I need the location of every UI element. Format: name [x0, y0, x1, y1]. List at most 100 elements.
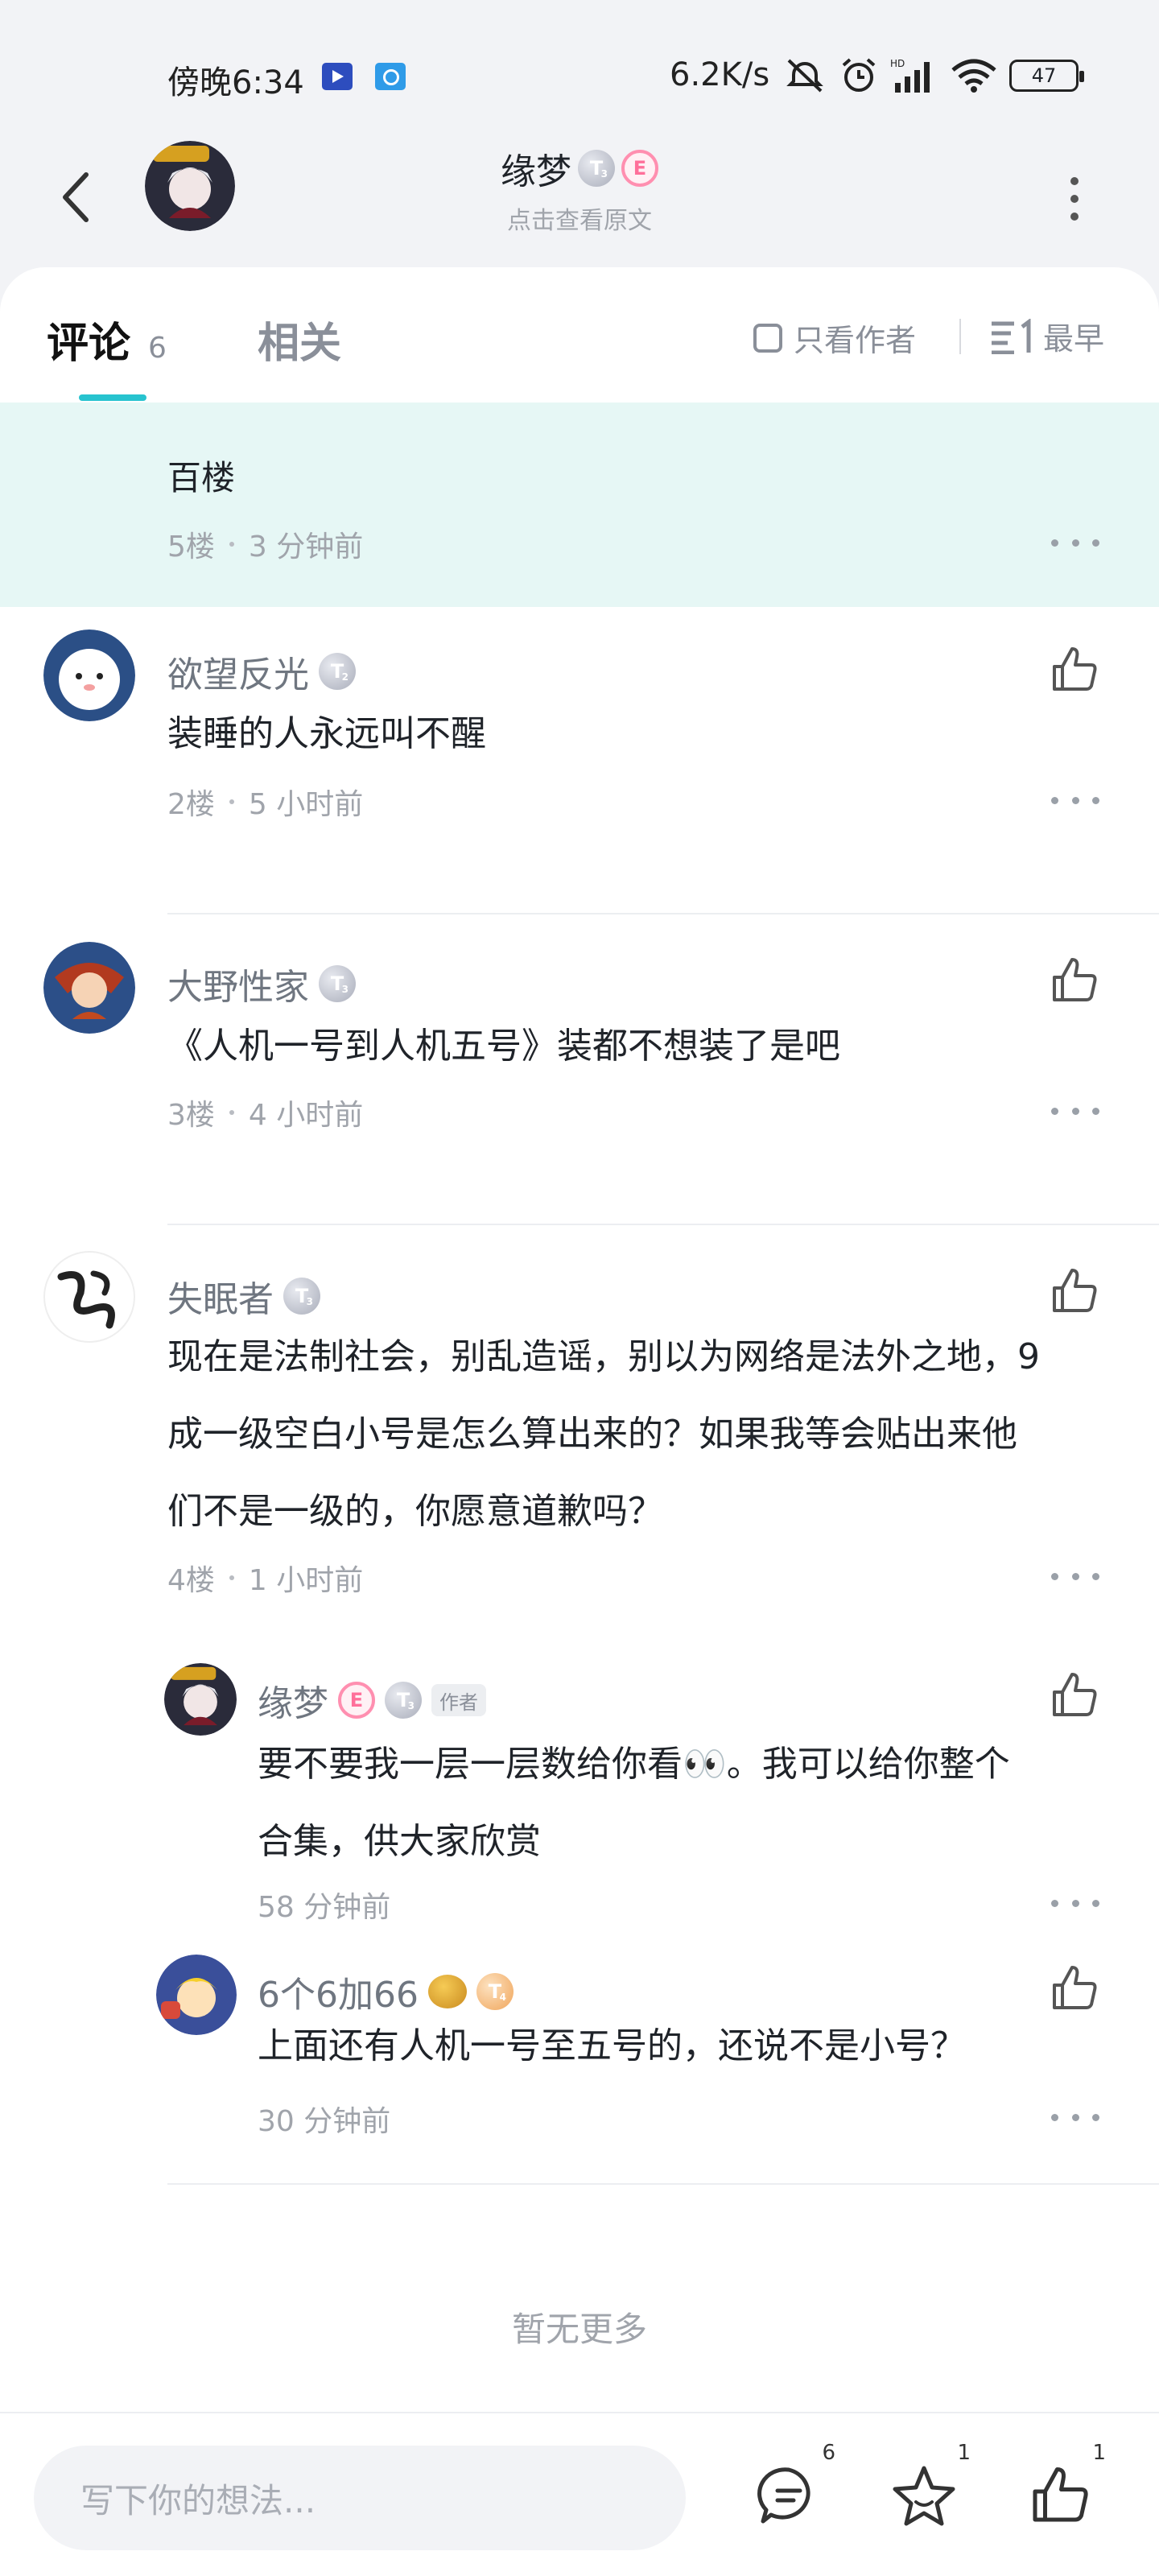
- comment-time: 4 小时前: [248, 1099, 364, 1132]
- comment-body: 现在是法制社会，别乱造谣，别以为网络是法外之地，9 成一级空白小号是怎么算出来的…: [167, 1319, 1040, 1550]
- only-author-toggle[interactable]: 只看作者: [753, 316, 916, 360]
- like-icon[interactable]: [1048, 1963, 1099, 2014]
- like-icon[interactable]: [1048, 644, 1099, 696]
- like-icon[interactable]: [1048, 955, 1099, 1006]
- reply-time: 58 分钟前: [258, 1891, 391, 1924]
- comment-author-row: 欲望反光 T2: [167, 646, 356, 697]
- comment-author-row: 失眠者 T3: [167, 1270, 320, 1322]
- comment-more-button[interactable]: [1051, 526, 1099, 559]
- comment-author-name[interactable]: 欲望反光: [167, 646, 309, 697]
- svg-text:HD: HD: [890, 58, 905, 69]
- comment-time: 3 分钟前: [248, 530, 364, 564]
- reply-more-button[interactable]: [1051, 2101, 1099, 2133]
- level-badge-icon: T4: [476, 1973, 514, 2010]
- comment-more-button[interactable]: [1051, 1560, 1099, 1592]
- bottom-action-bar: 写下你的想法... 6 1 1: [0, 2412, 1159, 2576]
- divider: [167, 913, 1159, 914]
- tab-comments[interactable]: 评论 6: [47, 309, 167, 369]
- sort-label: 最早: [1043, 321, 1105, 357]
- tab-comments-label: 评论: [47, 320, 131, 368]
- browser-app-icon: [375, 63, 406, 90]
- comment-author-row: 大野性家 T3: [167, 958, 356, 1009]
- comment-body-line: 们不是一级的，你愿意道歉吗？: [167, 1491, 663, 1532]
- reply-avatar[interactable]: [164, 1663, 237, 1736]
- top-header: 缘梦 T3 E 点击查看原文: [0, 133, 1159, 270]
- comment-body: 百楼: [167, 458, 236, 497]
- comment-body-line: 成一级空白小号是怎么算出来的？如果我等会贴出来他: [167, 1414, 1017, 1455]
- level-badge-icon: T3: [283, 1278, 320, 1315]
- floor-number: 2楼: [167, 788, 215, 821]
- like-count: 1: [1092, 2441, 1106, 2465]
- reply-meta: 30 分钟前: [258, 2098, 390, 2140]
- network-speed: 6.2K/s: [670, 56, 770, 93]
- comment-meta: 4楼 1 小时前: [167, 1557, 363, 1599]
- floor-number: 4楼: [167, 1564, 215, 1597]
- author-tag: 作者: [431, 1684, 486, 1716]
- tab-related[interactable]: 相关: [258, 309, 341, 369]
- tab-bar: 评论 6 相关 只看作者 最早: [0, 267, 1159, 402]
- comment-meta: 3楼 4 小时前: [167, 1092, 363, 1133]
- comment-button[interactable]: 6: [749, 2441, 835, 2536]
- floor-number: 3楼: [167, 1099, 215, 1132]
- battery-level: 47: [1031, 64, 1057, 87]
- comment-time: 5 小时前: [248, 788, 364, 821]
- reply-author-name[interactable]: 缘梦: [258, 1674, 328, 1726]
- only-author-label: 只看作者: [794, 323, 917, 358]
- comment-time: 1 小时前: [248, 1564, 364, 1597]
- comment-meta: 5楼 3 分钟前: [167, 523, 363, 565]
- comment-more-button[interactable]: [1051, 784, 1099, 816]
- star-count: 1: [957, 2441, 971, 2465]
- status-bar: 傍晚6:34 6.2K/s HD 47: [0, 0, 1159, 145]
- active-tab-indicator: [79, 394, 146, 401]
- comment-meta: 2楼 5 小时前: [167, 781, 363, 823]
- avatar[interactable]: [43, 1251, 135, 1343]
- comment-body: 装睡的人永远叫不醒: [167, 713, 486, 754]
- sort-toggle[interactable]: 最早: [990, 314, 1104, 358]
- like-icon[interactable]: [1048, 1265, 1099, 1317]
- comment-author-name[interactable]: 大野性家: [167, 958, 309, 1009]
- signal-icon: HD: [890, 58, 930, 93]
- reply-author-row: 缘梦 E T3 作者: [258, 1674, 486, 1726]
- divider: [167, 2183, 1159, 2185]
- divider: [167, 1224, 1159, 1225]
- level-badge-icon: T3: [578, 150, 615, 187]
- level-badge-icon: T3: [385, 1682, 422, 1719]
- favorite-button[interactable]: 1: [884, 2441, 971, 2536]
- comment-author-name[interactable]: 失眠者: [167, 1270, 274, 1322]
- avatar[interactable]: [43, 942, 135, 1034]
- reply-more-button[interactable]: [1051, 1887, 1099, 1919]
- status-icons: HD 47: [782, 53, 1084, 98]
- comment-input[interactable]: 写下你的想法...: [34, 2446, 686, 2550]
- reply-body-line: 要不要我一层一层数给你看👀。我可以给你整个: [258, 1744, 1010, 1785]
- reply-author-row: 6个6加66 T4: [258, 1966, 514, 2017]
- reply-avatar[interactable]: [156, 1955, 237, 2035]
- header-username: 缘梦: [501, 151, 571, 192]
- view-original-link[interactable]: 点击查看原文: [0, 200, 1159, 236]
- pink-badge-icon: E: [621, 150, 658, 187]
- reply-body: 要不要我一层一层数给你看👀。我可以给你整个 合集，供大家欣赏: [258, 1726, 1010, 1880]
- reply-author-name[interactable]: 6个6加66: [258, 1966, 419, 2017]
- level-badge-icon: T2: [319, 653, 356, 690]
- comments-sheet: 评论 6 相关 只看作者 最早 百楼 5楼 3 分钟前 欲望反光 T2 装睡的人…: [0, 267, 1159, 2576]
- like-post-button[interactable]: 1: [1019, 2441, 1106, 2536]
- reply-body: 上面还有人机一号至五号的，还说不是小号？: [258, 2025, 966, 2066]
- comment-more-button[interactable]: [1051, 1095, 1099, 1127]
- like-icon[interactable]: [1048, 1670, 1099, 1721]
- more-options-button[interactable]: [1054, 167, 1095, 231]
- comment-icon: [757, 2467, 810, 2524]
- avatar[interactable]: [43, 630, 135, 721]
- comment-count: 6: [822, 2441, 835, 2465]
- header-title-block[interactable]: 缘梦 T3 E 点击查看原文: [0, 142, 1159, 236]
- highlighted-comment[interactable]: 百楼 5楼 3 分钟前: [0, 402, 1159, 607]
- level-badge-icon: T3: [319, 965, 356, 1002]
- no-more-label: 暂无更多: [511, 2310, 647, 2349]
- divider: [959, 319, 961, 354]
- comment-body: 《人机一号到人机五号》装都不想装了是吧: [167, 1026, 840, 1067]
- thumbs-up-icon: [1033, 2467, 1088, 2522]
- status-time: 傍晚6:34: [167, 64, 304, 101]
- sort-icon: [992, 318, 1031, 354]
- reply-time: 30 分钟前: [258, 2105, 391, 2138]
- potato-badge-icon: [427, 1975, 467, 2008]
- alarm-icon: [842, 58, 876, 92]
- checkbox-icon: [753, 323, 782, 353]
